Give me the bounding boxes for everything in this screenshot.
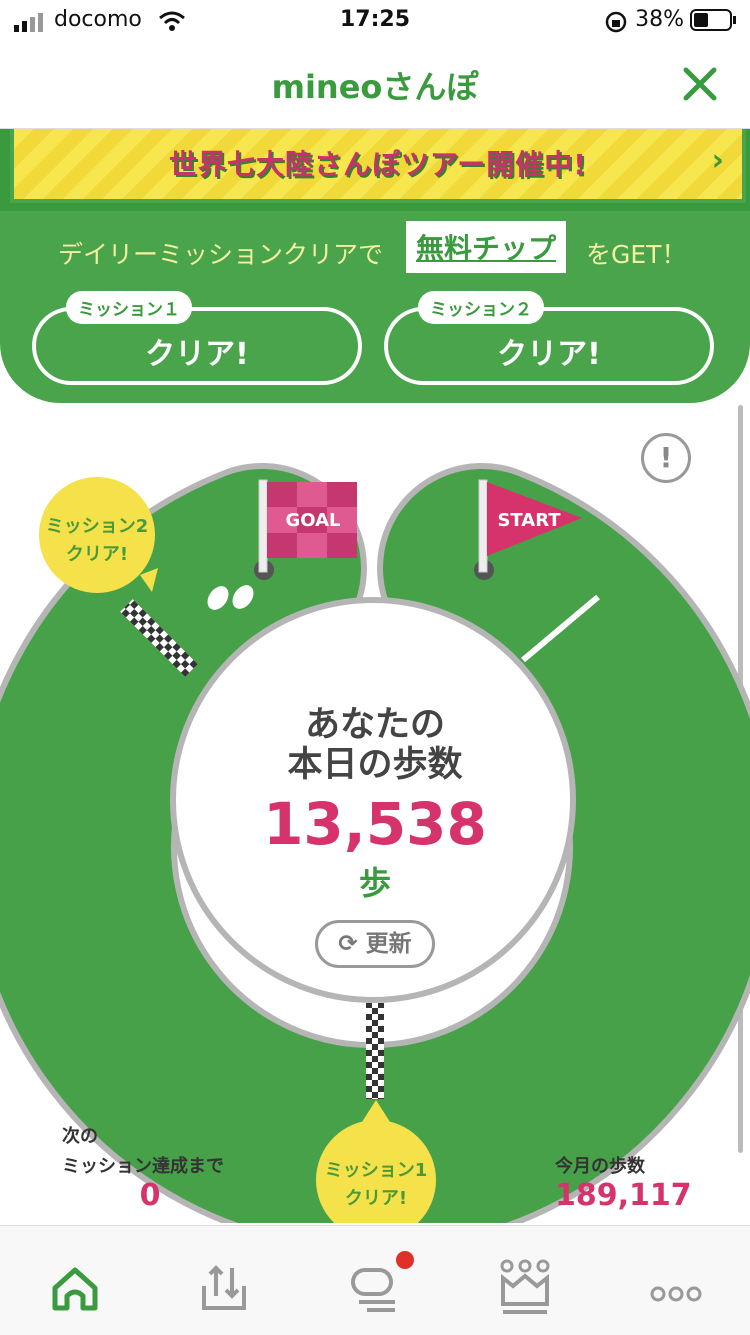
banner-text: 世界七大陸さんぽツアー開催中! xyxy=(168,148,588,181)
mission-1-status: クリア! xyxy=(145,337,249,372)
refresh-label: 更新 xyxy=(365,931,412,957)
battery-percent: 38% xyxy=(635,7,684,32)
battery-icon xyxy=(690,9,736,31)
chevron-right-icon: › xyxy=(711,143,724,178)
mission-1-tag: ミッション１ xyxy=(66,291,192,324)
app-header: mineoさんぽ xyxy=(0,42,750,129)
mission-2-bubble-text: ミッション2 クリア! xyxy=(45,516,149,565)
refresh-button[interactable]: ⟳ 更新 xyxy=(315,920,435,968)
mission-1-bubble-text: ミッション1 クリア! xyxy=(324,1160,428,1209)
banner-area: 世界七大陸さんぽツアー開催中! › xyxy=(0,129,750,211)
mission-2-button[interactable]: ミッション２ クリア! xyxy=(384,291,714,385)
steps-label-line2: 本日の歩数 xyxy=(287,745,463,785)
info-button[interactable]: ! xyxy=(641,433,691,483)
tour-banner[interactable]: 世界七大陸さんぽツアー開催中! › xyxy=(10,129,746,203)
rotation-lock-icon xyxy=(605,11,627,33)
today-steps-value: 13,538 xyxy=(263,790,487,858)
mission-lead-text: デイリーミッションクリアで xyxy=(58,240,384,269)
start-label: START xyxy=(497,510,561,531)
mission-2-tag: ミッション２ xyxy=(418,291,544,324)
checkpoint-1-line xyxy=(366,1003,384,1099)
monthly-steps-label: 今月の歩数 xyxy=(555,1156,645,1177)
chat-icon[interactable] xyxy=(345,1256,405,1316)
notification-badge xyxy=(396,1251,414,1269)
crown-icon[interactable] xyxy=(495,1256,555,1316)
monthly-steps-value: 189,117 xyxy=(555,1178,692,1213)
next-mission-label: 次の ミッション達成まで xyxy=(62,1126,224,1177)
tab-bar xyxy=(0,1225,750,1335)
steps-unit: 歩 xyxy=(358,864,391,902)
home-icon[interactable] xyxy=(45,1256,105,1316)
upload-icon[interactable] xyxy=(194,1256,254,1316)
mission-panel: デイリーミッションクリアで 無料チップ をGET！ ミッション１ クリア! ミッ… xyxy=(0,211,750,403)
page-title: mineoさんぽ xyxy=(271,68,479,106)
status-bar: docomo 17:25 38% xyxy=(0,0,750,42)
goal-label: GOAL xyxy=(286,510,341,531)
refresh-icon: ⟳ xyxy=(338,931,358,957)
mission-1-button[interactable]: ミッション１ クリア! xyxy=(32,291,362,385)
next-mission-value: 0 xyxy=(139,1178,161,1213)
mission-2-status: クリア! xyxy=(497,337,601,372)
mission-tail-text: をGET！ xyxy=(586,240,687,269)
more-icon[interactable] xyxy=(646,1256,706,1316)
free-tip-link[interactable]: 無料チップ xyxy=(406,221,567,273)
close-icon[interactable] xyxy=(680,64,720,104)
